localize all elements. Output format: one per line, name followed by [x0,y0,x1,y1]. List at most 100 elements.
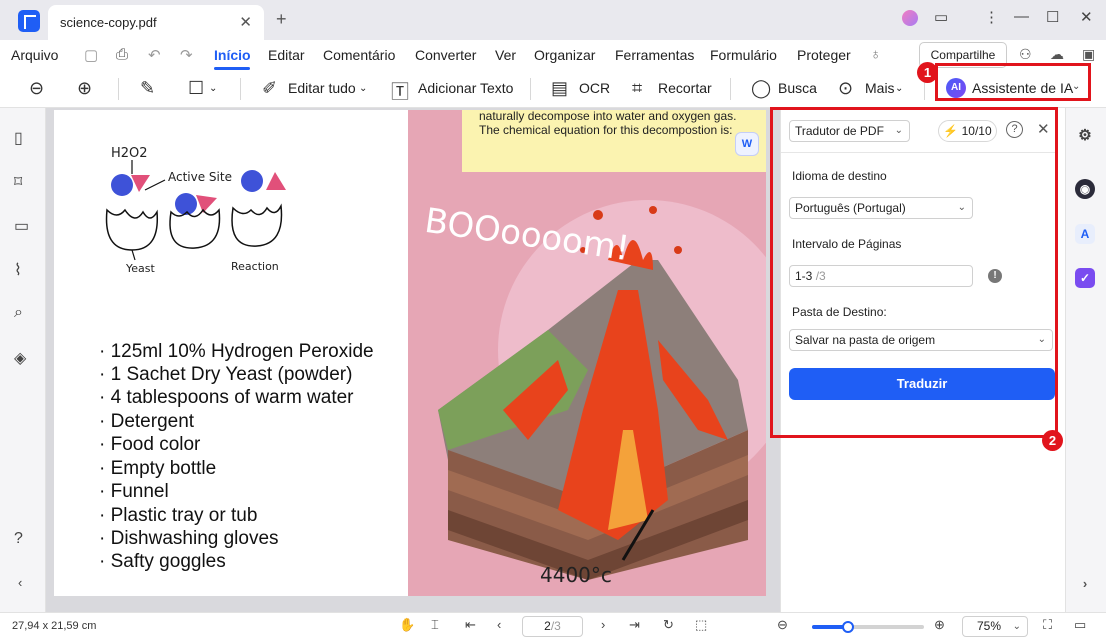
undo-icon[interactable]: ↶ [148,46,161,64]
add-text-icon[interactable]: 🅃 [391,78,409,104]
shape-icon[interactable]: ☐ [188,78,204,99]
zoom-select[interactable]: 75% ⌄ [962,616,1028,637]
crop-button[interactable]: Recortar [658,80,712,96]
more-icon[interactable]: ⊙ [838,78,853,99]
expand-panel-icon[interactable]: ▣ [1082,46,1095,63]
list-item: · Food color [99,434,201,455]
ocr-icon[interactable]: ▤ [551,78,568,99]
zoom-slider-handle[interactable] [841,621,854,633]
translate-icon[interactable]: A [1075,224,1095,244]
volcano-art [438,200,766,580]
thumbnails-icon[interactable]: ▯ [14,128,23,148]
more-dropdown-icon[interactable]: ⌄ [895,83,903,94]
zoom-out-icon[interactable]: ⊖ [777,617,788,633]
collapse-left-icon[interactable]: ‹ [18,575,22,590]
zoom-in-icon[interactable]: ⊕ [77,78,92,99]
volcano-illustration [408,110,766,596]
search-button[interactable]: Busca [778,80,817,96]
help-icon[interactable]: ? [14,530,23,548]
list-item: · Safty goggles [99,551,226,572]
label-temperature: 4400°c [540,563,612,587]
add-text-button[interactable]: Adicionar Texto [418,80,513,96]
yeast-reaction-diagram [105,160,286,261]
menu-proteger[interactable]: Proteger [797,47,851,63]
menu-editar[interactable]: Editar [268,47,305,63]
label-h2o2: H2O2 [111,146,148,161]
feedback-icon[interactable]: ▭ [934,8,948,26]
search-icon[interactable]: ◯ [751,78,771,99]
page-number-input[interactable]: 2/3 [522,616,583,637]
chevron-down-icon: ⌄ [1012,621,1021,632]
shape-dropdown-icon[interactable]: ⌄ [209,83,217,94]
search-panel-icon[interactable]: ⌕ [14,304,23,322]
edit-all-button[interactable]: Editar tudo [288,80,356,96]
zoom-value: 75% [977,619,1002,633]
title-bar: science-copy.pdf ✕ + ▭ ⋮ — ☐ ✕ [0,0,1106,40]
zoom-slider[interactable] [812,621,924,633]
reading-mode-icon[interactable]: ▭ [1074,617,1086,633]
layers-icon[interactable]: ◈ [14,348,26,368]
hand-tool-icon[interactable]: ✋ [399,617,415,633]
previous-page-icon[interactable]: ‹ [497,617,501,632]
ai-assistant-icon[interactable]: AI [946,78,966,98]
fullscreen-icon[interactable]: ⛶ [1043,617,1052,633]
cloud-upload-icon[interactable]: ☁ [1050,46,1064,63]
properties-icon[interactable]: ⚙ [1075,126,1095,146]
page-total: /3 [550,619,561,633]
document-tab[interactable]: science-copy.pdf ✕ [48,5,264,40]
rotate-icon[interactable]: ↻ [663,617,674,633]
ai-robot-icon[interactable]: ◉ [1075,179,1095,199]
toolbar-divider [240,78,241,100]
user-avatar-icon[interactable] [902,10,918,26]
toolbar-divider [118,78,119,100]
comment-icon[interactable]: ▭ [14,216,29,236]
maximize-icon[interactable]: ☐ [1046,8,1059,26]
zoom-in-icon[interactable]: ⊕ [934,617,945,633]
first-page-icon[interactable]: ⇤ [465,617,476,633]
menu-arquivo[interactable]: Arquivo [11,47,58,63]
page-size-readout: 27,94 x 21,59 cm [12,620,97,632]
minimize-icon[interactable]: — [1014,8,1029,25]
menu-converter[interactable]: Converter [415,47,476,63]
menu-inicio[interactable]: Início [214,47,251,63]
list-item: · 4 tablespoons of warm water [99,387,354,408]
edit-all-dropdown-icon[interactable]: ⌄ [359,83,367,94]
translate-chip-icon[interactable]: W [735,132,759,156]
zoom-out-icon[interactable]: ⊖ [29,78,44,99]
step-marker-1: 1 [917,62,938,83]
redo-icon[interactable]: ↷ [180,46,193,64]
ai-assistant-dropdown-icon[interactable]: ⌄ [1072,81,1080,92]
label-reaction: Reaction [231,260,279,273]
menu-comentario[interactable]: Comentário [323,47,395,63]
translator-highlight [770,107,1058,438]
task-check-icon[interactable]: ✓ [1075,268,1095,288]
last-page-icon[interactable]: ⇥ [629,617,640,633]
menu-ver[interactable]: Ver [495,47,516,63]
print-icon[interactable]: ⎙ [116,46,128,63]
collapse-right-icon[interactable]: › [1075,574,1095,594]
workflow-icon[interactable]: ⚇ [1019,46,1032,63]
highlighter-icon[interactable]: ✎ [140,78,155,99]
new-tab-icon[interactable]: + [276,9,287,30]
fit-page-icon[interactable]: ⬚ [695,617,707,633]
lightbulb-icon[interactable]: ♁ [870,46,881,63]
crop-icon[interactable]: ⌗ [632,78,642,99]
ai-assistant-button[interactable]: Assistente de IA [972,80,1073,96]
window-close-icon[interactable]: ✕ [1080,8,1093,26]
list-item: · 125ml 10% Hydrogen Peroxide [99,341,374,362]
window-menu-icon[interactable]: ⋮ [984,8,999,26]
menu-organizar[interactable]: Organizar [534,47,595,63]
edit-all-icon[interactable]: ✐ [262,78,277,99]
menu-formulario[interactable]: Formulário [710,47,777,63]
sticky-line-2: The chemical equation for this decompost… [479,123,733,137]
attachment-icon[interactable]: ⌇ [14,260,22,280]
more-button[interactable]: Mais [865,80,895,96]
next-page-icon[interactable]: › [601,617,605,632]
tab-close-icon[interactable]: ✕ [239,13,252,31]
bookmark-icon[interactable]: ⌑ [14,172,22,192]
menu-ferramentas[interactable]: Ferramentas [615,47,694,63]
ocr-button[interactable]: OCR [579,80,610,96]
tab-title: science-copy.pdf [60,15,157,30]
save-icon[interactable]: ▢ [84,46,98,64]
select-tool-icon[interactable]: ⌶ [431,617,439,633]
